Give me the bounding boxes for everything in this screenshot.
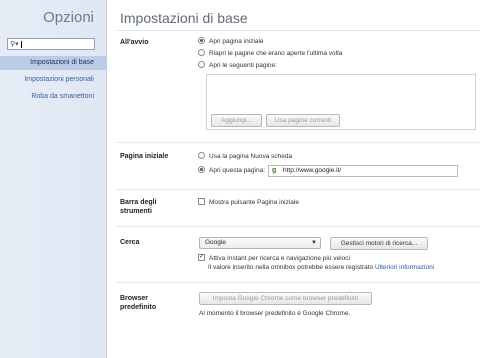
radio-selected[interactable]	[198, 36, 205, 44]
startup-label: All'avvio	[120, 39, 149, 46]
section-divider	[116, 189, 480, 190]
home-page-url: http://www.google.it/	[283, 167, 342, 174]
page-title: Impostazioni di base	[120, 10, 248, 26]
startup-option-restore[interactable]: Riapri le pagine che erano aperte l'ulti…	[198, 48, 343, 59]
sidebar-item-impostazioni-personali[interactable]: Impostazioni personali	[0, 73, 107, 87]
instant-note: Il valore inserito nella omnibox potrebb…	[208, 264, 435, 271]
search-label: Cerca	[120, 239, 140, 246]
text-caret	[21, 41, 22, 48]
search-engine-select[interactable]: Google ▼	[199, 237, 321, 249]
startup-option-pages[interactable]: Apri le seguenti pagine:	[198, 60, 277, 71]
home-option-open-page[interactable]: Apri questa pagina:	[198, 165, 265, 176]
title-divider	[116, 30, 480, 31]
more-info-link[interactable]: Ulteriori informazioni	[375, 264, 434, 271]
section-divider	[116, 142, 480, 143]
radio[interactable]	[198, 48, 205, 56]
checkbox-checked[interactable]: ✓	[198, 253, 205, 261]
radio[interactable]	[198, 60, 205, 68]
show-home-button-option[interactable]: Mostra pulsante Pagina iniziale	[198, 197, 299, 208]
sidebar-title: Opzioni	[43, 9, 94, 26]
home-page-label: Pagina iniziale	[120, 153, 169, 160]
home-option-new-tab[interactable]: Usa la pagina Nuova scheda	[198, 151, 292, 162]
default-browser-label: Browser predefinito	[120, 295, 157, 311]
radio[interactable]	[198, 151, 205, 159]
main-content: Impostazioni di base All'avvio Apri pagi…	[108, 0, 480, 358]
checkbox[interactable]	[198, 197, 205, 205]
search-input[interactable]: ⚲▾	[7, 38, 95, 50]
home-page-url-input[interactable]: g http://www.google.it/	[268, 165, 458, 177]
manage-search-engines-button[interactable]: Gestisci motori di ricerca...	[330, 237, 428, 250]
set-default-browser-button[interactable]: Imposta Google Chrome come browser prede…	[199, 292, 372, 305]
sidebar: Opzioni ⚲▾ Impostazioni di base Impostaz…	[0, 0, 107, 358]
add-page-button[interactable]: Aggiungi...	[211, 114, 262, 127]
sidebar-item-roba-da-smanettoni[interactable]: Roba da smanettoni	[0, 90, 107, 104]
section-divider	[116, 282, 480, 283]
section-divider	[116, 226, 480, 227]
use-current-pages-button[interactable]: Usa pagine correnti	[266, 114, 340, 127]
toolbar-label: Barra degli strumenti	[120, 199, 157, 215]
dropdown-arrow-icon: ▼	[311, 240, 317, 246]
default-browser-status: Al momento il browser predefinito è Goog…	[199, 310, 351, 317]
radio-selected[interactable]	[198, 165, 205, 173]
google-favicon-icon: g	[272, 167, 277, 174]
startup-option-home[interactable]: Apri pagina iniziale	[198, 36, 264, 47]
sidebar-item-impostazioni-di-base[interactable]: Impostazioni di base	[0, 56, 107, 70]
